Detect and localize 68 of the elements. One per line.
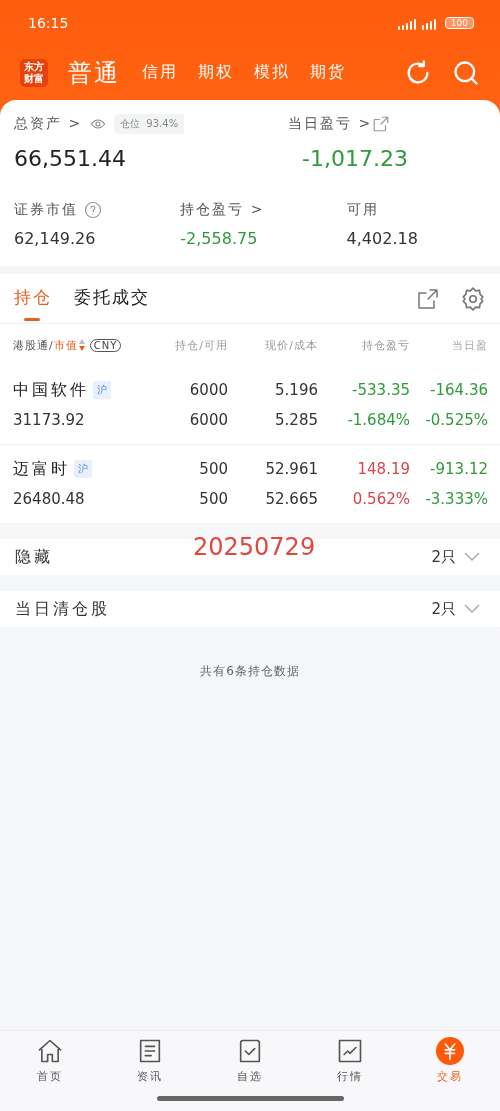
stat-value: 4,402.18 [346, 229, 418, 248]
stat-value: 62,149.26 [14, 229, 96, 248]
collapsible-group[interactable]: 隐藏 20250729 2只 [0, 539, 500, 575]
position-ratio-chip: 仓位 93.4% [114, 114, 185, 134]
share-icon[interactable] [372, 115, 391, 133]
chevron-down-icon[interactable] [464, 604, 480, 614]
status-time: 16:15 [28, 14, 69, 31]
stock-name[interactable]: 中国软件 [13, 379, 89, 401]
nav-tab[interactable]: 自选 [237, 1069, 263, 1084]
daily-pl-label[interactable]: 当日盈亏 > [288, 115, 373, 133]
table-cell-text: -913.12 [429, 459, 488, 480]
market-tag: 沪 [93, 381, 111, 399]
chevron-down-icon[interactable] [464, 552, 480, 562]
column-header: 现价/成本 [264, 337, 318, 354]
group-count: 2只 [431, 547, 456, 567]
group-label: 隐藏 [15, 546, 53, 568]
table-cell-text: -3.333% [424, 489, 488, 510]
daily-pl-value: -1,017.23 [302, 146, 408, 171]
table-cell-text: 6000 [188, 380, 228, 401]
column-header: 持仓/可用 [174, 337, 228, 354]
table-cell-text: 5.285 [274, 410, 318, 431]
search-icon[interactable] [452, 58, 480, 87]
table-cell-text: 52.665 [264, 489, 318, 510]
sort-icon [77, 338, 86, 352]
column-header: 港股通/ [13, 337, 54, 353]
table-cell-text: 31173.92 [13, 410, 86, 431]
battery-indicator: 100 [444, 16, 474, 29]
market-tag: 沪 [74, 460, 92, 478]
table-cell-text: 6000 [188, 410, 228, 431]
table-cell-text: -1.684% [346, 410, 410, 431]
line-chart-icon [336, 1037, 364, 1065]
yuan-icon [436, 1037, 464, 1065]
table-cell-text: -0.525% [424, 410, 488, 431]
home-icon [36, 1037, 64, 1065]
help-icon [84, 201, 102, 219]
collapsible-group[interactable]: 当日清仓股 2只 [0, 591, 500, 627]
stat-value: -2,558.75 [180, 229, 258, 248]
table-cell-text: 148.19 [356, 459, 410, 480]
share-icon[interactable] [416, 286, 440, 311]
table-cell-text: 500 [198, 459, 228, 480]
column-header: 当日盈 [451, 337, 488, 354]
table-cell-text: 0.562% [351, 489, 410, 510]
total-assets-value: 66,551.44 [14, 146, 127, 171]
table-cell-text: -533.35 [351, 380, 410, 401]
column-header: 持仓盈亏 [361, 337, 410, 354]
table-cell-text: 26480.48 [13, 489, 86, 510]
table-cell-text: 5.196 [274, 380, 318, 401]
group-label: 当日清仓股 [15, 598, 110, 620]
tab-indicator [24, 317, 40, 321]
stock-name[interactable]: 迈富时 [13, 458, 70, 480]
settings-icon[interactable] [460, 285, 486, 312]
app-logo[interactable]: 东方财富 [20, 58, 48, 87]
nav-tab[interactable]: 资讯 [137, 1069, 163, 1084]
nav-tab[interactable]: 首页 [37, 1069, 63, 1084]
sort-column-header[interactable]: 市值 [53, 337, 78, 353]
holdings-tab[interactable]: 持仓 [14, 273, 52, 324]
total-assets-label[interactable]: 总资产 > [14, 115, 88, 133]
nav-tab[interactable]: 行情 [337, 1069, 363, 1084]
holdings-tab[interactable]: 委托成交 [74, 273, 150, 324]
stat-label[interactable]: 持仓盈亏 > [180, 201, 265, 219]
table-cell-text: 500 [198, 489, 228, 510]
group-count: 2只 [431, 599, 456, 619]
table-cell-text: -164.36 [429, 380, 488, 401]
holdings-count-note: 共有6条持仓数据 [199, 663, 301, 680]
table-cell-text: 52.961 [264, 459, 318, 480]
stat-label: 可用 [346, 201, 379, 219]
eye-icon[interactable] [88, 116, 108, 132]
stat-label: 证券市值 [14, 201, 78, 219]
